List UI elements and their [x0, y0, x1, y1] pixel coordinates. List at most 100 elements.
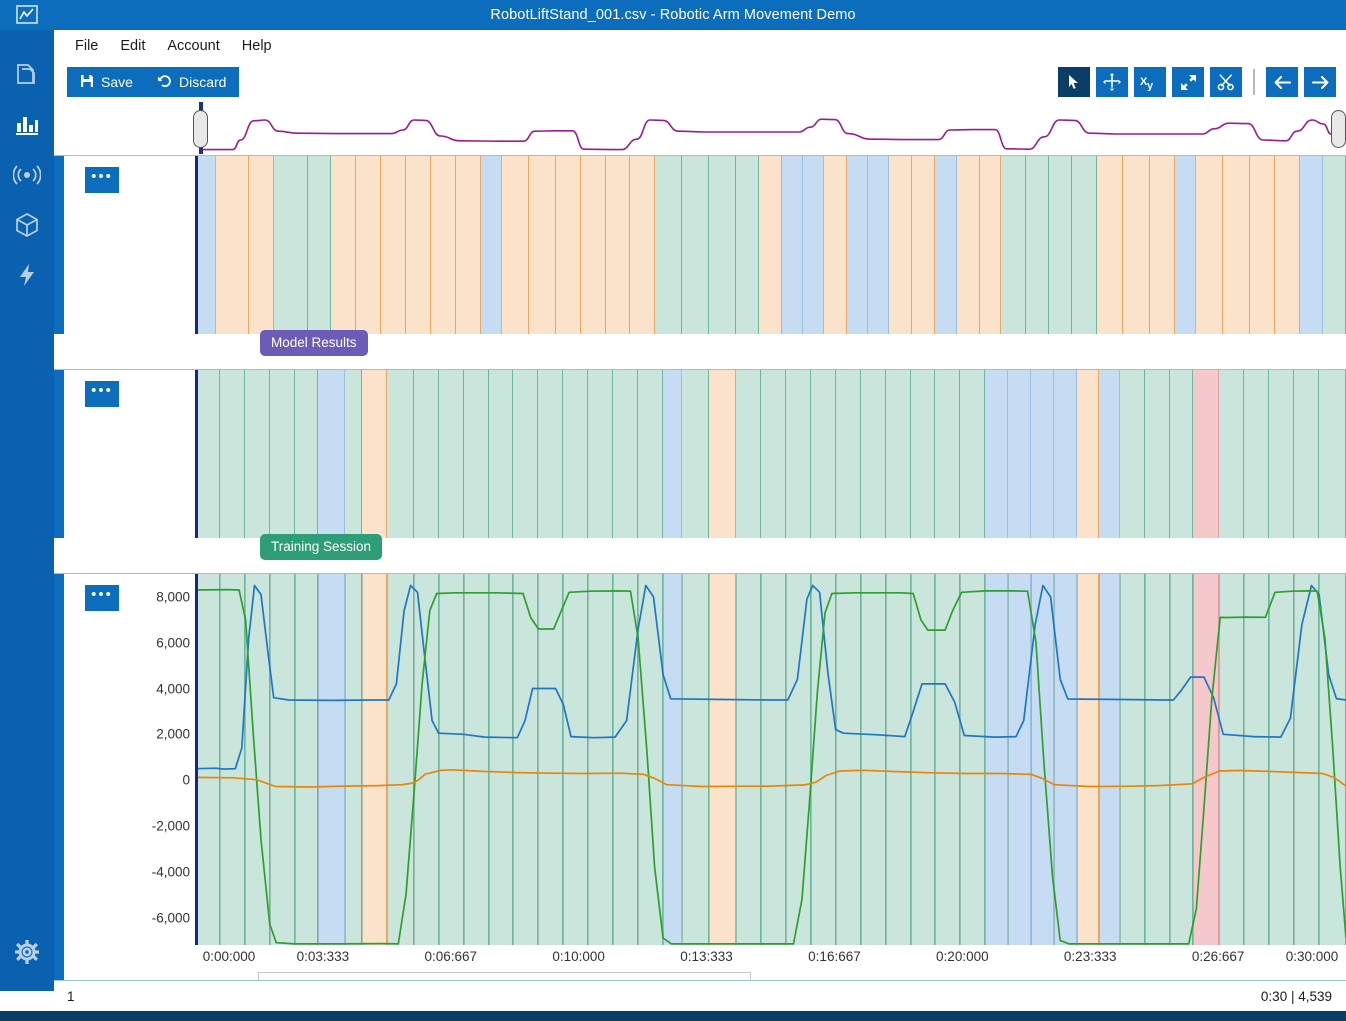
segment-band[interactable] [1299, 156, 1323, 334]
menu-item-help[interactable]: Help [233, 34, 281, 58]
segment-band[interactable] [1048, 156, 1072, 334]
segment-band[interactable] [1175, 156, 1197, 334]
segment-band[interactable] [488, 370, 514, 538]
track-menu-button[interactable]: ••• [85, 167, 119, 193]
segment-band[interactable] [361, 370, 387, 538]
segment-band[interactable] [381, 156, 407, 334]
segment-band[interactable] [613, 370, 639, 538]
segment-band[interactable] [1269, 370, 1295, 538]
segment-band[interactable] [455, 156, 481, 334]
sidebar-item-live-data[interactable] [0, 150, 54, 200]
badge-training-session[interactable]: Training Session [260, 534, 383, 560]
overview-strip[interactable] [54, 102, 1346, 156]
segment-band[interactable] [248, 156, 274, 334]
segment-band[interactable] [331, 156, 357, 334]
segment-band[interactable] [219, 370, 245, 538]
segment-band[interactable] [1071, 156, 1097, 334]
menu-item-file[interactable]: File [66, 34, 107, 58]
axes-tool-button[interactable]: Xy [1134, 67, 1166, 97]
track-segments-lane[interactable] [195, 370, 1346, 538]
segment-band[interactable] [935, 156, 957, 334]
sidebar-item-models[interactable] [0, 200, 54, 250]
segment-band[interactable] [1098, 370, 1120, 538]
segment-band[interactable] [912, 156, 936, 334]
segment-band[interactable] [638, 370, 664, 538]
segment-band[interactable] [195, 370, 220, 538]
discard-button[interactable]: Discard [144, 67, 240, 97]
track-menu-button[interactable]: ••• [85, 381, 119, 407]
segment-band[interactable] [824, 156, 848, 334]
segment-band[interactable] [835, 370, 861, 538]
track-segments-lane[interactable] [195, 156, 1346, 334]
segment-band[interactable] [413, 370, 439, 538]
segment-band[interactable] [588, 370, 614, 538]
segment-band[interactable] [244, 370, 270, 538]
segment-band[interactable] [555, 156, 581, 334]
segment-band[interactable] [356, 156, 382, 334]
cut-tool-button[interactable] [1210, 67, 1242, 97]
segment-band[interactable] [956, 156, 980, 334]
segment-band[interactable] [979, 156, 1001, 334]
segment-band[interactable] [935, 370, 961, 538]
select-tool-button[interactable] [1058, 67, 1090, 97]
segment-band[interactable] [1025, 156, 1049, 334]
segment-band[interactable] [1192, 370, 1220, 538]
segment-band[interactable] [195, 156, 217, 334]
segment-band[interactable] [655, 156, 683, 334]
segment-band[interactable] [538, 370, 564, 538]
segment-band[interactable] [563, 370, 589, 538]
segment-band[interactable] [1294, 370, 1320, 538]
segment-band[interactable] [847, 156, 869, 334]
menu-item-edit[interactable]: Edit [111, 34, 154, 58]
overview-range-handle-right[interactable] [1331, 110, 1346, 148]
segment-band[interactable] [1031, 370, 1055, 538]
segment-band[interactable] [735, 370, 761, 538]
save-button[interactable]: Save [67, 67, 146, 97]
sidebar-item-charts[interactable] [0, 100, 54, 150]
segment-band[interactable] [406, 156, 431, 334]
segment-band[interactable] [1000, 156, 1026, 334]
segment-band[interactable] [782, 156, 804, 334]
segment-band[interactable] [386, 370, 414, 538]
segment-band[interactable] [430, 156, 456, 334]
segment-band[interactable] [760, 370, 786, 538]
segment-band[interactable] [605, 156, 631, 334]
segment-band[interactable] [810, 370, 836, 538]
segment-band[interactable] [1219, 370, 1245, 538]
segment-band[interactable] [216, 156, 249, 334]
segment-band[interactable] [860, 370, 886, 538]
segment-band[interactable] [709, 370, 736, 538]
segment-band[interactable] [438, 370, 464, 538]
forward-button[interactable] [1304, 67, 1336, 97]
badge-model-results[interactable]: Model Results [260, 330, 368, 356]
segment-band[interactable] [885, 370, 911, 538]
segment-band[interactable] [803, 156, 825, 334]
segment-band[interactable] [528, 156, 556, 334]
segment-band[interactable] [269, 370, 295, 538]
sidebar-item-automation[interactable] [0, 250, 54, 300]
segment-band[interactable] [682, 156, 710, 334]
segment-band[interactable] [273, 156, 309, 334]
segment-band[interactable] [1096, 156, 1124, 334]
segment-band[interactable] [1054, 370, 1078, 538]
segment-band[interactable] [1123, 156, 1151, 334]
segment-band[interactable] [785, 370, 811, 538]
segment-band[interactable] [1077, 370, 1099, 538]
pan-tool-button[interactable] [1096, 67, 1128, 97]
segment-band[interactable] [868, 156, 890, 334]
segment-band[interactable] [1196, 156, 1224, 334]
segment-band[interactable] [709, 156, 736, 334]
segment-band[interactable] [663, 370, 683, 538]
segment-band[interactable] [960, 370, 986, 538]
back-button[interactable] [1266, 67, 1298, 97]
segment-band[interactable] [580, 156, 606, 334]
sidebar-item-files[interactable] [0, 50, 54, 100]
segment-band[interactable] [1150, 156, 1176, 334]
segment-band[interactable] [1250, 156, 1276, 334]
segment-band[interactable] [1223, 156, 1251, 334]
overview-range-handle-left[interactable] [193, 110, 208, 148]
segment-band[interactable] [480, 156, 502, 334]
segment-band[interactable] [501, 156, 529, 334]
segment-band[interactable] [317, 370, 345, 538]
segment-band[interactable] [889, 156, 913, 334]
